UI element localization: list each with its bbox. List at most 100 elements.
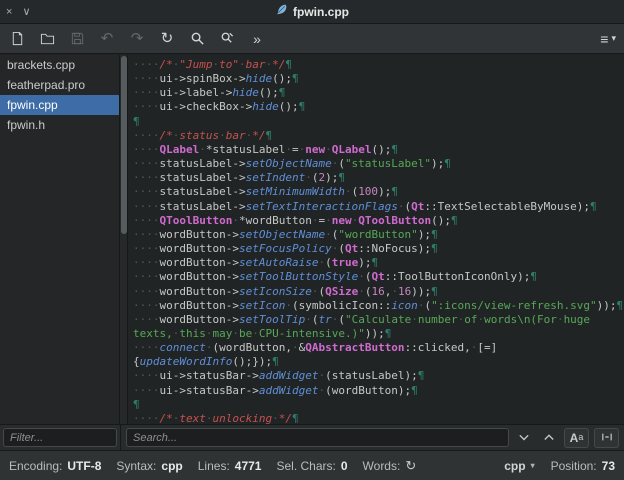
words-status: Words: ↻ — [363, 459, 417, 473]
app-icon — [275, 3, 288, 21]
main-area: brackets.cpp featherpad.pro fpwin.cpp fpwin… — [0, 55, 624, 424]
code-line: ····statusLabel->setIndent·(2);¶ — [133, 171, 345, 185]
encoding-label: Encoding: — [9, 458, 63, 473]
reload-button[interactable]: ↻ — [158, 30, 176, 48]
words-label: Words: — [362, 458, 401, 473]
code-line: texts,·this·may·be·CPU-intensive.)"));¶ — [133, 326, 392, 340]
save-icon — [70, 31, 85, 46]
chevron-down-icon: ▾ — [530, 461, 535, 470]
code-line: ¶ — [133, 114, 140, 128]
side-pane: brackets.cpp featherpad.pro fpwin.cpp fpwin… — [0, 55, 120, 424]
statusbar-right: cpp ▾ Position: 73 — [504, 459, 615, 473]
scrollbar-thumb[interactable] — [121, 56, 127, 234]
open-file-button[interactable] — [38, 30, 56, 48]
find-next-button[interactable] — [514, 428, 534, 448]
position-label: Position: — [550, 458, 597, 473]
filter-wrap — [0, 425, 121, 450]
chevron-down-icon — [518, 430, 530, 445]
search-bar: Aa — [121, 425, 624, 450]
code-line: ····QToolButton·*wordButton·=·new·QToolB… — [133, 213, 458, 227]
sidebar-file-fpwin.cpp[interactable]: fpwin.cpp — [0, 95, 119, 115]
window-controls: × ∨ — [6, 0, 31, 24]
search-icon — [190, 31, 205, 46]
code-line: ····statusLabel->setTextInteractionFlags… — [133, 199, 597, 213]
encoding-value: UTF-8 — [67, 458, 102, 473]
code-area[interactable]: ····/*·"Jump·to"·bar·*/¶ ····ui->spinBox-… — [128, 55, 624, 424]
code-line: ¶ — [133, 397, 140, 411]
code-line: ····wordButton->setFocusPolicy·(Qt::NoFo… — [133, 242, 438, 256]
syntax-label: Syntax: — [116, 458, 157, 473]
code-line: ····QLabel·*statusLabel·=·new·QLabel();¶ — [133, 142, 398, 156]
search-input[interactable] — [126, 428, 509, 447]
code-line: ····statusLabel->setObjectName·("statusL… — [133, 157, 451, 171]
window-title-wrap: fpwin.cpp — [275, 3, 349, 21]
save-button[interactable] — [68, 30, 86, 48]
sel-chars-value: 0 — [340, 458, 348, 473]
titlebar: × ∨ fpwin.cpp — [0, 0, 624, 24]
match-case-button[interactable]: Aa — [564, 427, 589, 448]
redo-button[interactable]: ↷ — [128, 30, 146, 48]
search-button[interactable] — [188, 30, 206, 48]
whole-word-icon — [601, 430, 613, 445]
close-icon[interactable]: × — [6, 6, 12, 18]
code-line: ····/*·status·bar·*/¶ — [133, 128, 273, 142]
sel-chars-label: Sel. Chars: — [276, 458, 336, 473]
chevron-down-icon: ▾ — [611, 33, 616, 43]
sidebar-file-featherpad.pro[interactable]: featherpad.pro — [0, 75, 119, 95]
lines-label: Lines: — [197, 458, 230, 473]
open-folder-icon — [40, 31, 55, 46]
toolbar-overflow-button[interactable]: » — [248, 30, 266, 48]
new-file-icon — [10, 31, 25, 46]
overflow-chevron-icon: » — [253, 30, 261, 47]
code-line: ····ui->statusBar->addWidget·(statusLabe… — [133, 369, 425, 383]
main-menu-button[interactable]: ≡ ▾ — [600, 31, 616, 47]
code-line: ····connect·(wordButton,·&QAbstractButto… — [133, 341, 498, 355]
editor-scrollbar[interactable] — [120, 55, 128, 424]
code-line: ····wordButton->setIconSize·(QSize·(16,·… — [133, 284, 438, 298]
redo-icon: ↷ — [130, 30, 144, 47]
reload-icon: ↻ — [160, 30, 174, 47]
word-count-refresh-button[interactable]: ↻ — [405, 459, 416, 472]
encoding-status: Encoding: UTF-8 — [9, 459, 101, 473]
find-previous-button[interactable] — [539, 428, 559, 448]
window-title: fpwin.cpp — [293, 4, 349, 19]
undo-button[interactable]: ↶ — [98, 30, 116, 48]
code-line: ····wordButton->setAutoRaise·(true);¶ — [133, 256, 379, 270]
chevron-up-icon — [543, 430, 555, 445]
lines-value: 4771 — [234, 458, 262, 473]
undo-icon: ↶ — [100, 30, 114, 47]
syntax-value: cpp — [161, 458, 183, 473]
find-replace-icon — [220, 31, 235, 46]
replace-button[interactable] — [218, 30, 236, 48]
code-line: ····ui->statusBar->addWidget·(wordButton… — [133, 383, 418, 397]
code-line: ····wordButton->setToolButtonStyle·(Qt::… — [133, 270, 538, 284]
syntax-combobox-value: cpp — [504, 458, 526, 473]
match-case-icon: A — [569, 430, 579, 445]
new-file-button[interactable] — [8, 30, 26, 48]
syntax-status: Syntax: cpp — [116, 459, 182, 473]
bottom-bar: Aa — [0, 424, 624, 450]
code-line: ····statusLabel->setMinimumWidth·(100);¶ — [133, 185, 398, 199]
code-line: ····/*·"Jump·to"·bar·*/¶ — [133, 58, 292, 71]
filter-input[interactable] — [3, 428, 117, 447]
code-line: {updateWordInfo();});¶ — [133, 355, 279, 369]
code-line: ····ui->spinBox->hide();¶ — [133, 72, 299, 86]
selection-status: Sel. Chars: 0 — [276, 459, 347, 473]
sidebar-file-fpwin.h[interactable]: fpwin.h — [0, 115, 119, 135]
hamburger-menu-icon: ≡ — [600, 30, 609, 47]
toolbar: ↶ ↷ ↻ » ≡ ▾ — [0, 24, 624, 54]
code-line: ····ui->checkBox->hide();¶ — [133, 100, 306, 114]
code-line: ····ui->label->hide();¶ — [133, 86, 286, 100]
shade-icon[interactable]: ∨ — [22, 6, 30, 18]
position-value: 73 — [601, 458, 615, 473]
statusbar: Encoding: UTF-8 Syntax: cpp Lines: 4771 … — [0, 450, 624, 480]
code-line: ····wordButton->setToolTip·(tr·("Calcula… — [133, 312, 591, 326]
syntax-combobox[interactable]: cpp ▾ — [504, 459, 534, 473]
code-line: ····/*·text·unlocking·*/¶ — [133, 411, 299, 424]
position-status: Position: 73 — [551, 459, 615, 473]
code-line: ····wordButton->setObjectName·("wordButt… — [133, 227, 438, 241]
sidebar-file-brackets.cpp[interactable]: brackets.cpp — [0, 55, 119, 75]
code-line: ····wordButton->setIcon·(symbolicIcon::i… — [133, 298, 624, 312]
lines-status: Lines: 4771 — [198, 459, 262, 473]
whole-word-button[interactable] — [594, 427, 619, 448]
